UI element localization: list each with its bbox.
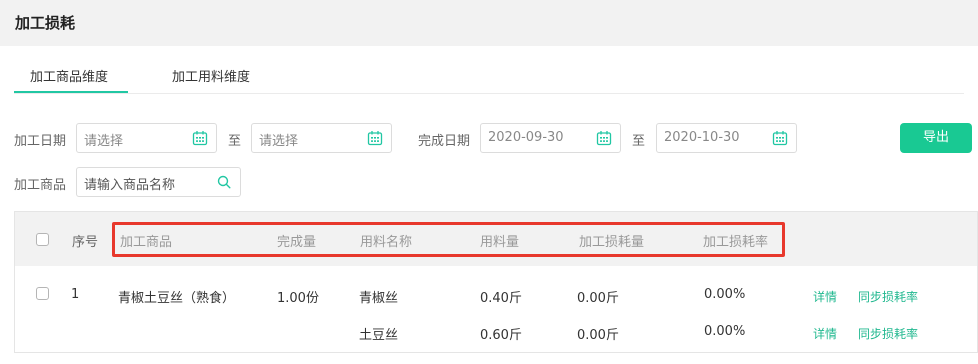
process-date-label: 加工日期 xyxy=(14,134,67,149)
tab-material-dimension[interactable]: 加工用料维度 xyxy=(172,66,250,85)
calendar-icon[interactable] xyxy=(367,130,383,146)
page-header: 加工损耗 xyxy=(0,0,978,46)
search-icon[interactable] xyxy=(217,175,231,189)
loss-table: 序号 加工商品 完成量 用料名称 用料量 加工损耗量 加工损耗率 1 青椒土豆丝… xyxy=(14,211,978,353)
process-date-end-field[interactable]: 请选择 xyxy=(251,123,392,153)
finish-date-end-value: 2020-10-30 xyxy=(664,130,740,145)
select-all-checkbox[interactable] xyxy=(36,233,49,246)
material-name: 青椒丝 xyxy=(359,291,399,306)
tab-bar: 加工商品维度 加工用料维度 xyxy=(14,58,964,94)
product-search-input[interactable]: 请输入商品名称 xyxy=(76,167,241,197)
export-button[interactable]: 导出 xyxy=(900,123,972,153)
process-date-separator: 至 xyxy=(228,134,242,149)
column-header-seq: 序号 xyxy=(72,235,99,250)
row-seq: 1 xyxy=(71,287,80,302)
loss-amount: 0.00斤 xyxy=(577,328,619,343)
process-date-start-placeholder: 请选择 xyxy=(84,134,124,149)
detail-link[interactable]: 详情 xyxy=(813,288,837,305)
material-name: 土豆丝 xyxy=(359,328,399,343)
sync-loss-rate-link[interactable]: 同步损耗率 xyxy=(858,288,918,305)
loss-rate: 0.00% xyxy=(704,324,746,339)
finish-date-separator: 至 xyxy=(632,134,646,149)
page-title: 加工损耗 xyxy=(15,14,76,32)
loss-amount: 0.00斤 xyxy=(577,291,619,306)
process-date-start-field[interactable]: 请选择 xyxy=(76,123,217,153)
active-tab-indicator xyxy=(14,91,128,93)
row-checkbox[interactable] xyxy=(36,287,49,300)
material-amount: 0.40斤 xyxy=(480,291,522,306)
product-filter-label: 加工商品 xyxy=(14,178,67,193)
loss-rate: 0.00% xyxy=(704,287,746,302)
finish-date-end-field[interactable]: 2020-10-30 xyxy=(656,123,797,153)
finish-date-label: 完成日期 xyxy=(418,134,471,149)
calendar-icon[interactable] xyxy=(596,130,612,146)
highlight-box xyxy=(112,222,785,257)
row-finished: 1.00份 xyxy=(277,291,319,306)
finish-date-start-field[interactable]: 2020-09-30 xyxy=(480,123,621,153)
calendar-icon[interactable] xyxy=(772,130,788,146)
sync-loss-rate-link[interactable]: 同步损耗率 xyxy=(858,325,918,342)
material-amount: 0.60斤 xyxy=(480,328,522,343)
table-header: 序号 加工商品 完成量 用料名称 用料量 加工损耗量 加工损耗率 xyxy=(15,212,977,266)
product-search-placeholder: 请输入商品名称 xyxy=(84,178,176,193)
finish-date-start-value: 2020-09-30 xyxy=(488,130,564,145)
detail-link[interactable]: 详情 xyxy=(813,325,837,342)
tab-product-dimension[interactable]: 加工商品维度 xyxy=(30,66,108,85)
calendar-icon[interactable] xyxy=(192,130,208,146)
row-product: 青椒土豆丝（熟食） xyxy=(118,291,236,306)
process-date-end-placeholder: 请选择 xyxy=(259,134,299,149)
